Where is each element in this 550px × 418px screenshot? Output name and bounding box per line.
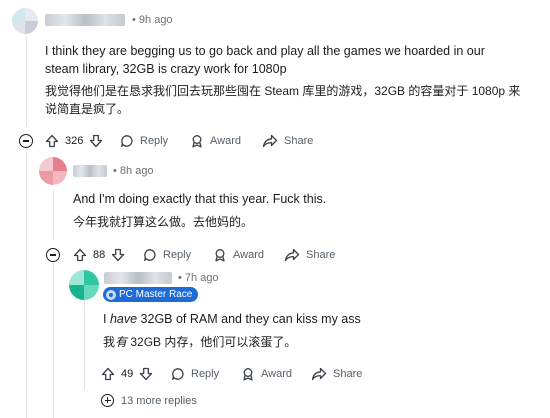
comment-text-translation: 我觉得他们是在恳求我们回去玩那些囤在 Steam 库里的游戏，32GB 的容量对… [45,84,521,116]
award-button[interactable]: Award [241,367,292,381]
award-button[interactable]: Award [213,248,264,262]
flair-icon [106,289,116,300]
share-icon [311,367,327,381]
upvote-icon[interactable] [73,248,87,262]
share-button[interactable]: Share [262,134,313,148]
share-icon [262,134,278,148]
comment-timestamp: • 9h ago [132,14,173,26]
reply-label: Reply [163,249,192,261]
reply-icon [121,135,133,148]
expand-icon [101,394,114,407]
share-button[interactable]: Share [311,367,362,381]
comment-text: And I'm doing exactly that this year. Fu… [73,192,327,206]
reply-label: Reply [140,135,169,147]
reply-button[interactable]: Reply [143,248,191,262]
thread-line-level2b [53,262,54,418]
downvote-icon[interactable] [111,248,125,262]
comment-text-translation: 今年我就打算这么做。去他妈的。 [73,215,254,229]
flair-label: PC Master Race [119,289,193,300]
comment-timestamp: • 7h ago [178,272,219,284]
award-label: Award [233,249,264,261]
vote-count: 88 [93,249,106,261]
reply-icon [172,368,184,381]
share-button[interactable]: Share [284,248,335,262]
more-replies-label: 13 more replies [121,394,197,407]
share-label: Share [306,249,336,261]
collapse-icon[interactable] [19,134,33,148]
avatar[interactable] [69,270,99,300]
comment-text: I have 32GB of RAM and they can kiss my … [103,312,361,326]
vote-group: 49 [101,367,153,381]
award-icon [215,249,225,262]
reply-button[interactable]: Reply [171,367,219,381]
award-label: Award [261,368,292,380]
user-flair: PC Master Race [103,287,199,302]
downvote-icon[interactable] [139,367,153,381]
vote-group: 326 [45,134,103,148]
thread-line-level1 [26,148,27,418]
avatar[interactable] [12,8,38,34]
share-icon [284,248,300,262]
collapse-icon[interactable] [46,248,60,262]
award-label: Award [210,135,241,147]
more-replies-button[interactable]: 13 more replies [101,394,197,407]
share-label: Share [284,135,314,147]
award-icon [192,135,202,148]
comment-timestamp: • 8h ago [113,165,154,177]
thread-line-level2 [53,190,54,240]
comment-text: I think they are begging us to go back a… [45,44,485,76]
upvote-icon[interactable] [45,134,59,148]
share-label: Share [333,368,363,380]
award-icon [243,368,253,381]
username-blurred[interactable] [45,14,125,26]
reply-button[interactable]: Reply [120,134,168,148]
thread-line-root [26,36,27,126]
thread-line-level3 [84,300,85,390]
upvote-icon[interactable] [101,367,115,381]
comment-text-translation: 我有 32GB 内存，他们可以滚蛋了。 [103,335,297,349]
vote-group: 88 [73,248,125,262]
username-blurred[interactable] [73,165,107,177]
reply-icon [144,249,156,262]
vote-count: 326 [65,135,84,147]
avatar[interactable] [39,157,67,185]
vote-count: 49 [121,368,134,380]
downvote-icon[interactable] [89,134,103,148]
username-blurred[interactable] [104,272,172,284]
award-button[interactable]: Award [190,134,241,148]
reply-label: Reply [191,368,220,380]
